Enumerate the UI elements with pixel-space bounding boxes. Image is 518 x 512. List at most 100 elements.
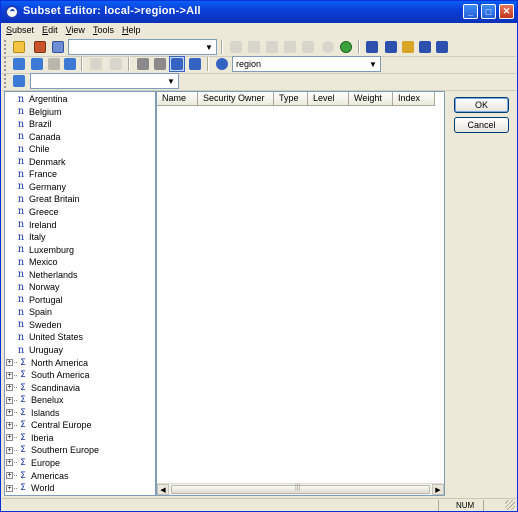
column-header-name[interactable]: Name <box>157 92 198 106</box>
collapse-icon[interactable] <box>108 56 124 72</box>
tree-item-consolidated[interactable]: + Σ Europe <box>6 457 60 469</box>
save-as-icon[interactable] <box>50 39 66 55</box>
expand-plus-icon[interactable]: + <box>6 409 13 417</box>
tree-item-consolidated[interactable]: + Σ Americas <box>6 470 69 482</box>
filter-combo[interactable]: ▼ <box>30 73 179 89</box>
expand-plus-icon[interactable]: + <box>6 371 13 379</box>
filter-attribute-icon[interactable] <box>46 56 62 72</box>
title-bar[interactable]: Subset Editor: local->region->All _ □ ✕ <box>1 1 517 23</box>
tree-item-consolidated[interactable]: + Σ Benelux <box>6 394 64 406</box>
tree-item[interactable]: n Belgium <box>16 106 62 118</box>
ok-button[interactable]: OK <box>454 97 509 113</box>
menu-tools[interactable]: Tools <box>89 25 118 35</box>
expand-plus-icon[interactable]: + <box>6 459 13 467</box>
tree-item-consolidated[interactable]: + Σ World <box>6 482 54 494</box>
insert-icon[interactable] <box>187 56 203 72</box>
cancel-button[interactable]: Cancel <box>454 117 509 133</box>
expand-icon[interactable] <box>88 56 104 72</box>
scroll-right-icon[interactable]: ▶ <box>432 484 444 495</box>
tree-item[interactable]: n Great Britain <box>16 193 80 205</box>
toolbar-grip[interactable] <box>4 74 7 88</box>
element-properties-grid[interactable]: Name Security Owner Type Level Weight Index ◀… <box>156 91 445 496</box>
chevron-down-icon[interactable]: ▼ <box>164 74 178 88</box>
delete-icon[interactable] <box>152 56 168 72</box>
filter-icon[interactable] <box>11 56 27 72</box>
tree-item[interactable]: n Argentina <box>16 93 68 105</box>
tree-item[interactable]: n Sweden <box>16 319 62 331</box>
attributes-icon[interactable] <box>11 73 27 89</box>
tree-item[interactable]: n Germany <box>16 181 66 193</box>
tree-item-consolidated[interactable]: + Σ North America <box>6 357 88 369</box>
subset-combo[interactable]: ▼ <box>68 39 217 55</box>
sort-asc-icon[interactable] <box>417 39 433 55</box>
tree-item[interactable]: n Chile <box>16 143 50 155</box>
resize-grip[interactable] <box>505 500 515 510</box>
tree-item[interactable]: n Netherlands <box>16 269 78 281</box>
expand-plus-icon[interactable]: + <box>6 484 13 492</box>
cancel-icon[interactable] <box>320 39 336 55</box>
tree-item-consolidated[interactable]: + Σ South America <box>6 369 90 381</box>
tree-item-consolidated[interactable]: + Σ Central Europe <box>6 419 92 431</box>
tree-item[interactable]: n Portugal <box>16 294 63 306</box>
toolbar-grip[interactable] <box>4 40 7 54</box>
expand-plus-icon[interactable]: + <box>6 421 13 429</box>
filter-expression-icon[interactable] <box>62 56 78 72</box>
apply-check-icon[interactable] <box>338 39 354 55</box>
scroll-left-icon[interactable]: ◀ <box>157 484 169 495</box>
tree-item-consolidated[interactable]: + Σ Iberia <box>6 432 54 444</box>
expand-plus-icon[interactable]: + <box>6 359 13 367</box>
tree-item[interactable]: n Norway <box>16 281 60 293</box>
column-header-type[interactable]: Type <box>274 92 308 106</box>
column-header-security-owner[interactable]: Security Owner <box>198 92 274 106</box>
element-tree[interactable]: n Argentina n Belgium n Brazil n Canada n Chile n D… <box>4 91 156 496</box>
horizontal-scrollbar[interactable]: ◀ ▶ <box>157 483 444 495</box>
chevron-down-icon[interactable]: ▼ <box>202 40 216 54</box>
undo-icon[interactable] <box>282 39 298 55</box>
column-header-weight[interactable]: Weight <box>349 92 393 106</box>
expand-plus-icon[interactable]: + <box>6 434 13 442</box>
tree-item-consolidated[interactable]: + Σ Scandinavia <box>6 382 80 394</box>
tree-item[interactable]: n Italy <box>16 231 46 243</box>
filter-level-icon[interactable] <box>29 56 45 72</box>
save-subset-icon[interactable] <box>32 39 48 55</box>
menu-edit[interactable]: Edit <box>38 25 62 35</box>
tree-item[interactable]: n Mexico <box>16 256 58 268</box>
sort-az-icon[interactable] <box>364 39 380 55</box>
sort-za-icon[interactable] <box>383 39 399 55</box>
cut-icon[interactable] <box>228 39 244 55</box>
tree-item[interactable]: n Uruguay <box>16 344 63 356</box>
minimize-button[interactable]: _ <box>463 4 478 19</box>
tree-item[interactable]: n France <box>16 168 57 180</box>
link-icon[interactable] <box>214 56 230 72</box>
sort-desc-icon[interactable] <box>434 39 450 55</box>
menu-subset[interactable]: Subset <box>2 25 38 35</box>
column-header-level[interactable]: Level <box>308 92 349 106</box>
sort-hierarchy-icon[interactable] <box>400 39 416 55</box>
tree-item[interactable]: n Ireland <box>16 219 57 231</box>
tree-item[interactable]: n Brazil <box>16 118 52 130</box>
expand-plus-icon[interactable]: + <box>6 384 13 392</box>
menu-view[interactable]: View <box>62 25 89 35</box>
tree-item[interactable]: n Greece <box>16 206 59 218</box>
keep-icon[interactable] <box>135 56 151 72</box>
close-button[interactable]: ✕ <box>499 4 514 19</box>
tree-item-consolidated[interactable]: + Σ Islands <box>6 407 60 419</box>
expand-plus-icon[interactable]: + <box>6 446 13 454</box>
column-header-index[interactable]: Index <box>393 92 435 106</box>
open-subset-icon[interactable] <box>11 39 27 55</box>
tree-item[interactable]: n United States <box>16 331 83 343</box>
expand-plus-icon[interactable]: + <box>6 472 13 479</box>
maximize-button[interactable]: □ <box>481 4 496 19</box>
menu-help[interactable]: Help <box>118 25 145 35</box>
scroll-thumb[interactable] <box>171 484 430 494</box>
expand-plus-icon[interactable]: + <box>6 396 13 404</box>
redo-icon[interactable] <box>300 39 316 55</box>
tree-item[interactable]: n Canada <box>16 131 61 143</box>
tree-item[interactable]: n Denmark <box>16 156 66 168</box>
tree-item[interactable]: n Luxemburg <box>16 244 74 256</box>
tree-item[interactable]: n Spain <box>16 306 52 318</box>
paste-icon[interactable] <box>264 39 280 55</box>
copy-icon[interactable] <box>246 39 262 55</box>
toolbar-grip[interactable] <box>4 57 7 71</box>
chevron-down-icon[interactable]: ▼ <box>366 57 380 71</box>
